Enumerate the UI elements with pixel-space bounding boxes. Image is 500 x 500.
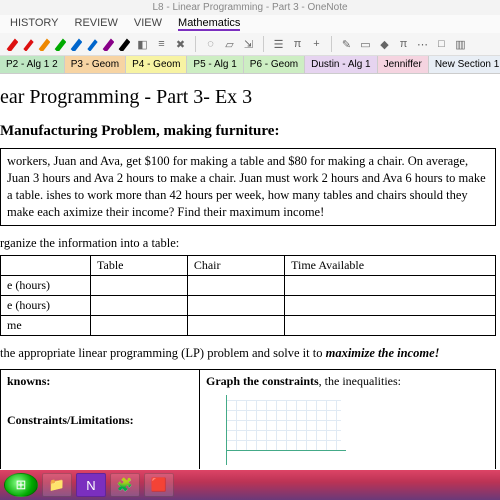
lasso-icon[interactable]: ◌ [204,38,217,51]
problem-statement: workers, Juan and Ava, get $100 for maki… [0,148,496,226]
space-icon[interactable]: ⇲ [242,38,255,51]
section-tab[interactable]: New Section 1 [429,56,500,73]
menu-mathematics[interactable]: Mathematics [178,17,240,31]
pen-preset[interactable] [118,37,130,51]
solve-emphasis: maximize the income! [326,346,440,360]
section-tab[interactable]: Dustin - Alg 1 [305,56,377,73]
ruler-icon[interactable]: ▭ [359,38,372,51]
more-icon[interactable]: ⋯ [416,38,429,51]
graph-y-axis [226,395,227,465]
table-header [1,255,91,275]
separator [263,36,264,52]
pen-preset[interactable] [38,37,50,51]
table-header: Chair [187,255,284,275]
menu-bar: HISTORY REVIEW VIEW Mathematics [0,15,500,33]
pen-preset[interactable] [86,37,98,51]
ink-math-icon[interactable]: π [397,38,410,51]
section-tab[interactable]: Jenniffer [378,56,429,73]
plus-icon[interactable]: + [310,38,323,51]
start-button[interactable]: ⊞ [4,473,38,497]
pen-color-icon[interactable]: ◧ [136,38,149,51]
pen-gallery [6,37,130,51]
separator [331,36,332,52]
page-content: ear Programming - Part 3- Ex 3 Manufactu… [0,74,500,477]
unknowns-label: knowns: [7,374,50,388]
pen-preset[interactable] [54,37,66,51]
pen-thickness-icon[interactable]: ≡ [155,38,168,51]
table-row: e (hours) [1,275,496,295]
section-tab[interactable]: P3 - Geom [65,56,126,73]
shapes-icon[interactable]: ◆ [378,38,391,51]
ribbon: ◧ ≡ ✖ ◌ ▱ ⇲ ☰ π + ✎ ▭ ◆ π ⋯ □ ▥ [0,33,500,56]
work-grid: knowns: Constraints/Limitations: Graph t… [0,369,496,469]
graph-label-bold: Graph the constraints [206,374,319,388]
taskbar-button[interactable]: 🟥 [144,473,174,497]
row-label: e (hours) [1,295,91,315]
data-table: Table Chair Time Available e (hours) e (… [0,255,496,336]
step-organize: rganize the information into a table: [0,236,496,251]
pen-preset[interactable] [102,37,114,51]
pen-preset[interactable] [70,37,82,51]
taskbar-button[interactable]: N [76,473,106,497]
table-row: e (hours) [1,295,496,315]
grid-icon[interactable]: ▥ [454,38,467,51]
section-tab[interactable]: P5 - Alg 1 [187,56,243,73]
row-label: me [1,315,91,335]
section-tab[interactable]: P4 - Geom [126,56,187,73]
solve-prefix: the appropriate linear programming (LP) … [0,346,326,360]
section-tab[interactable]: P6 - Geom [244,56,305,73]
row-label: e (hours) [1,275,91,295]
table-header-row: Table Chair Time Available [1,255,496,275]
delete-pen-icon[interactable]: ✖ [174,38,187,51]
constraints-label: Constraints/Limitations: [7,413,193,428]
menu-review[interactable]: REVIEW [75,17,118,31]
separator [195,36,196,52]
table-row: me [1,315,496,335]
taskbar-button[interactable]: 🧩 [110,473,140,497]
graph-label-rest: , the inequalities: [319,374,401,388]
section-tabs: P2 - Alg 1 2P3 - GeomP4 - GeomP5 - Alg 1… [0,56,500,74]
problem-heading: Manufacturing Problem, making furniture: [0,123,496,140]
graph-x-axis [226,450,346,451]
highlighter-icon[interactable]: ✎ [340,38,353,51]
table-header: Time Available [285,255,496,275]
taskbar-button[interactable]: 📁 [42,473,72,497]
menu-history[interactable]: HISTORY [10,17,59,31]
graph-panel: Graph the constraints, the inequalities: [200,370,496,469]
eraser-icon[interactable]: ▱ [223,38,236,51]
unknowns-panel: knowns: Constraints/Limitations: [0,370,200,469]
taskbar: ⊞ 📁 N 🧩 🟥 [0,470,500,500]
pi-icon[interactable]: π [291,38,304,51]
graph-grid [226,400,341,451]
window-title: L8 - Linear Programming - Part 3 - OneNo… [0,0,500,15]
solve-instruction: the appropriate linear programming (LP) … [0,346,496,361]
table-header: Table [91,255,188,275]
math-icon[interactable]: ☰ [272,38,285,51]
menu-view[interactable]: VIEW [134,17,162,31]
section-tab[interactable]: P2 - Alg 1 2 [0,56,65,73]
graph-area [206,395,346,465]
pen-preset[interactable] [22,37,34,51]
page-title: ear Programming - Part 3- Ex 3 [0,86,496,109]
pen-preset[interactable] [6,37,18,51]
box-icon[interactable]: □ [435,38,448,51]
